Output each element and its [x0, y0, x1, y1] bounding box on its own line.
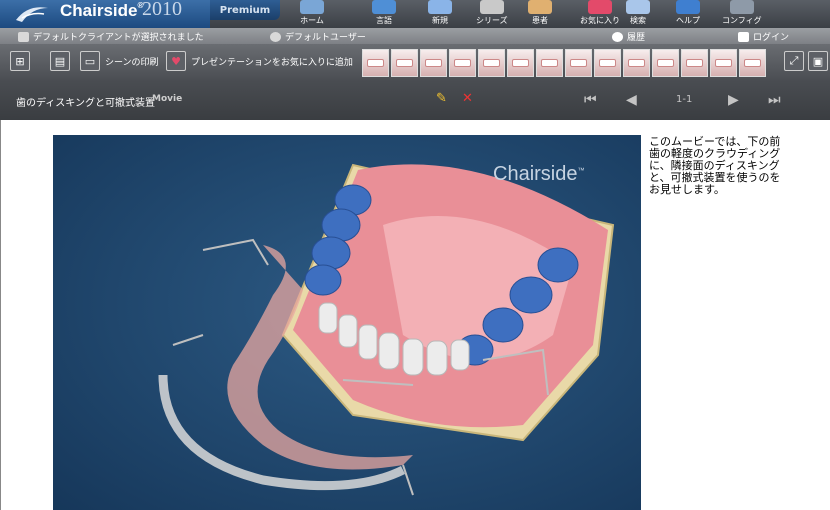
thumbnail-scaling-icon[interactable] [623, 49, 650, 77]
first-page-button[interactable]: ⏮ [584, 92, 597, 108]
nav-label: ホーム [300, 16, 324, 25]
prev-page-button[interactable]: ◀ [626, 92, 637, 108]
thumbnail-brushing-icon[interactable] [681, 49, 708, 77]
thumbnail-bridge-icon[interactable] [449, 49, 476, 77]
nav-button-config[interactable]: コンフィグ [722, 0, 762, 28]
top-navigation-bar: Chairside® 2010 Premium ホーム 言語 新規 シリーズ 患者 お気に… [0, 0, 830, 28]
nav-label: 患者 [532, 16, 548, 25]
help-icon [676, 0, 700, 14]
lock-icon [738, 31, 749, 42]
page-count: 1-1 [676, 94, 693, 105]
thumbnail-extraction-icon[interactable] [391, 49, 418, 77]
thumbnail-orthodontic-icon[interactable] [536, 49, 563, 77]
brand-name: Chairside® [60, 1, 144, 20]
user-icon [270, 31, 281, 42]
scene-title-bar: 歯のディスキングと可撤式装置 Movie ✎ ✕ ⏮ ◀ 1-1 ▶ ⏭ [0, 80, 830, 120]
nav-button-favorites[interactable]: お気に入り [580, 0, 620, 28]
nav-button-search[interactable]: 検索 [626, 0, 650, 28]
thumbnail-implant-icon[interactable] [362, 49, 389, 77]
nav-label: コンフィグ [722, 16, 762, 25]
dental-illustration [158, 163, 615, 496]
thumbnail-bonding-icon[interactable] [565, 49, 592, 77]
movie-player[interactable]: Chairside™ [53, 135, 641, 510]
nav-button-help[interactable]: ヘルプ [676, 0, 700, 28]
expand-icon: ⤢ [784, 51, 804, 71]
fullscreen-button[interactable]: ⤢ [784, 51, 804, 71]
thumbnail-crown-icon[interactable] [420, 49, 447, 77]
brand-year: 2010 [142, 0, 182, 20]
app-window: Chairside® 2010 Premium ホーム 言語 新規 シリーズ 患者 お気に… [0, 0, 830, 510]
nav-label: 新規 [432, 16, 448, 25]
printer-icon: ▭ [80, 51, 100, 71]
last-page-button[interactable]: ⏭ [768, 92, 781, 108]
language-icon [372, 0, 396, 14]
user-status[interactable]: デフォルトユーザー [270, 30, 366, 43]
favorites-icon [588, 0, 612, 14]
client-status[interactable]: デフォルトクライアントが選択されました [18, 30, 204, 43]
thumbnail-whitening-icon[interactable] [710, 49, 737, 77]
chairside-logo-icon [16, 7, 48, 22]
document-icon: ▤ [50, 51, 70, 71]
series-icon [479, 0, 504, 14]
print-scene-button[interactable]: ▭ シーンの印刷 [80, 51, 159, 71]
add-favorite-button[interactable]: ♥ プレゼンテーションをお気に入りに追加 [166, 51, 353, 71]
nav-label: 言語 [376, 16, 392, 25]
scene-type: Movie [152, 94, 183, 104]
status-bar: デフォルトクライアントが選択されました デフォルトユーザー 履歴 ログイン [0, 28, 830, 44]
nav-label: シリーズ [476, 16, 508, 25]
handout-button[interactable]: ▤ [50, 51, 70, 71]
clock-icon [612, 31, 623, 42]
close-icon[interactable]: ✕ [462, 92, 476, 106]
scene-title: 歯のディスキングと可撤式装置 [16, 98, 155, 109]
new-icon [428, 0, 452, 14]
pencil-icon[interactable]: ✎ [436, 92, 450, 106]
search-icon [626, 0, 650, 14]
nav-button-patient[interactable]: 患者 [528, 0, 552, 28]
nav-label: お気に入り [580, 16, 620, 25]
config-icon [729, 0, 754, 14]
presentation-icon: ▣ [808, 51, 828, 71]
grid-view-button[interactable]: ⊞ [10, 51, 30, 71]
edition-badge: Premium [210, 0, 280, 20]
heart-icon: ♥ [166, 51, 186, 71]
next-page-button[interactable]: ▶ [728, 92, 739, 108]
nav-button-new[interactable]: 新規 [428, 0, 452, 28]
thumbnail-rootcanal-icon[interactable] [507, 49, 534, 77]
history-button[interactable]: 履歴 [612, 30, 645, 43]
client-icon [18, 31, 29, 42]
scene-description: このムービーでは、下の前歯の軽度のクラウディングに、隣接面のディスキングと、可撤… [649, 136, 781, 196]
scene-toolbar: ⊞ ▤ ▭ シーンの印刷 ♥ プレゼンテーションをお気に入りに追加 ⤢ ▣ [0, 44, 830, 80]
scene-thumbnails [362, 49, 766, 77]
nav-button-series[interactable]: シリーズ [476, 0, 508, 28]
thumbnail-veneer-icon[interactable] [594, 49, 621, 77]
home-icon [300, 0, 324, 14]
nav-label: 検索 [630, 16, 646, 25]
nav-label: ヘルプ [676, 16, 700, 25]
login-button[interactable]: ログイン [738, 30, 789, 43]
thumbnail-xray-icon[interactable] [739, 49, 766, 77]
thumbnail-denture-icon[interactable] [478, 49, 505, 77]
grid-icon: ⊞ [10, 51, 30, 71]
app-logo: Chairside® 2010 [0, 0, 210, 28]
present-button[interactable]: ▣ [808, 51, 828, 71]
chairside-watermark: Chairside™ [493, 163, 585, 185]
scene-content: Chairside™ このムービーでは、下の前歯の軽度のクラウディングに、隣接面… [0, 120, 830, 510]
nav-button-home[interactable]: ホーム [300, 0, 324, 28]
thumbnail-gum-icon[interactable] [652, 49, 679, 77]
patient-icon [528, 0, 552, 14]
nav-button-language[interactable]: 言語 [372, 0, 396, 28]
